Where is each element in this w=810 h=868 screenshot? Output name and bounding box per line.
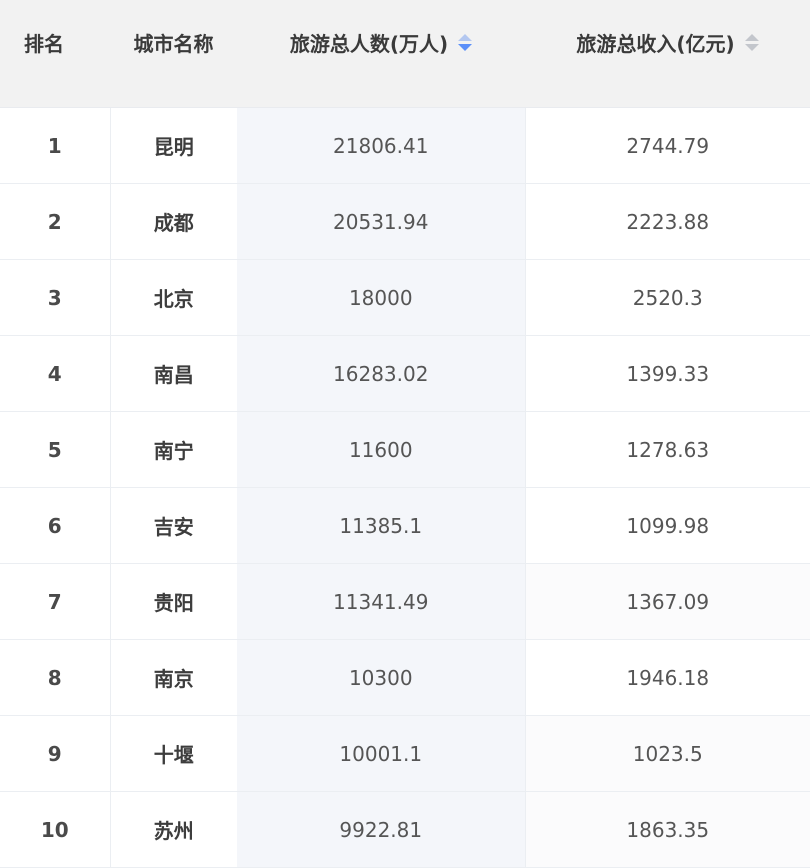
sort-income-up-icon[interactable] <box>744 33 759 41</box>
cell-rank: 7 <box>0 563 111 640</box>
header-income-label: 旅游总收入(亿元) <box>576 31 735 56</box>
cell-city: 成都 <box>110 183 237 260</box>
cell-visitors: 10001.1 <box>237 715 526 792</box>
header-rank-label: 排名 <box>24 31 64 56</box>
sort-visitors-icon[interactable] <box>458 33 473 51</box>
cell-visitors: 16283.02 <box>237 335 526 412</box>
sort-visitors-down-icon[interactable] <box>458 43 473 51</box>
table-row: 7 贵阳 11341.49 1367.09 <box>0 563 810 640</box>
cell-city: 南京 <box>110 639 237 716</box>
table-row: 9 十堰 10001.1 1023.5 <box>0 715 810 792</box>
cell-city: 北京 <box>110 259 237 336</box>
cell-rank: 2 <box>0 183 111 260</box>
cell-income: 2744.79 <box>525 107 810 184</box>
header-rank: 排名 <box>0 0 110 108</box>
header-visitors-label: 旅游总人数(万人) <box>289 31 449 56</box>
table-header: 排名 城市名称 旅游总人数(万人) 旅游总收入(亿元) <box>0 0 810 108</box>
sort-visitors-up-icon[interactable] <box>458 33 473 41</box>
cell-income: 2520.3 <box>525 259 810 336</box>
header-city-label: 城市名称 <box>133 31 214 56</box>
header-visitors[interactable]: 旅游总人数(万人) <box>237 0 525 108</box>
table-row: 10 苏州 9922.81 1863.35 <box>0 791 810 868</box>
cell-income: 1023.5 <box>525 715 810 792</box>
cell-rank: 4 <box>0 335 111 412</box>
tourism-ranking-table: 排名 城市名称 旅游总人数(万人) 旅游总收入(亿元) 1 昆明 21806.4… <box>0 0 810 868</box>
cell-visitors: 20531.94 <box>237 183 526 260</box>
table-row: 6 吉安 11385.1 1099.98 <box>0 487 810 564</box>
sort-income-down-icon[interactable] <box>744 43 759 51</box>
cell-income: 1367.09 <box>525 563 810 640</box>
cell-rank: 8 <box>0 639 111 716</box>
cell-income: 1946.18 <box>525 639 810 716</box>
table-row: 1 昆明 21806.41 2744.79 <box>0 107 810 184</box>
cell-visitors: 10300 <box>237 639 526 716</box>
header-income[interactable]: 旅游总收入(亿元) <box>525 0 810 108</box>
table-body: 1 昆明 21806.41 2744.79 2 成都 20531.94 2223… <box>0 107 810 868</box>
cell-city: 贵阳 <box>110 563 237 640</box>
cell-city: 昆明 <box>110 107 237 184</box>
cell-city: 南宁 <box>110 411 237 488</box>
header-row: 排名 城市名称 旅游总人数(万人) 旅游总收入(亿元) <box>0 0 810 108</box>
cell-income: 1099.98 <box>525 487 810 564</box>
cell-rank: 5 <box>0 411 111 488</box>
cell-income: 1863.35 <box>525 791 810 868</box>
cell-income: 2223.88 <box>525 183 810 260</box>
cell-city: 吉安 <box>110 487 237 564</box>
cell-rank: 9 <box>0 715 111 792</box>
cell-rank: 1 <box>0 107 111 184</box>
cell-visitors: 11385.1 <box>237 487 526 564</box>
cell-city: 苏州 <box>110 791 237 868</box>
header-city: 城市名称 <box>110 0 237 108</box>
table-row: 5 南宁 11600 1278.63 <box>0 411 810 488</box>
sort-income-icon[interactable] <box>744 33 759 51</box>
cell-income: 1278.63 <box>525 411 810 488</box>
cell-rank: 3 <box>0 259 111 336</box>
cell-rank: 6 <box>0 487 111 564</box>
cell-city: 南昌 <box>110 335 237 412</box>
table-row: 3 北京 18000 2520.3 <box>0 259 810 336</box>
cell-visitors: 11341.49 <box>237 563 526 640</box>
table-row: 2 成都 20531.94 2223.88 <box>0 183 810 260</box>
cell-visitors: 11600 <box>237 411 526 488</box>
cell-visitors: 21806.41 <box>237 107 526 184</box>
cell-visitors: 9922.81 <box>237 791 526 868</box>
cell-rank: 10 <box>0 791 111 868</box>
cell-income: 1399.33 <box>525 335 810 412</box>
cell-city: 十堰 <box>110 715 237 792</box>
cell-visitors: 18000 <box>237 259 526 336</box>
table-row: 8 南京 10300 1946.18 <box>0 639 810 716</box>
table-row: 4 南昌 16283.02 1399.33 <box>0 335 810 412</box>
